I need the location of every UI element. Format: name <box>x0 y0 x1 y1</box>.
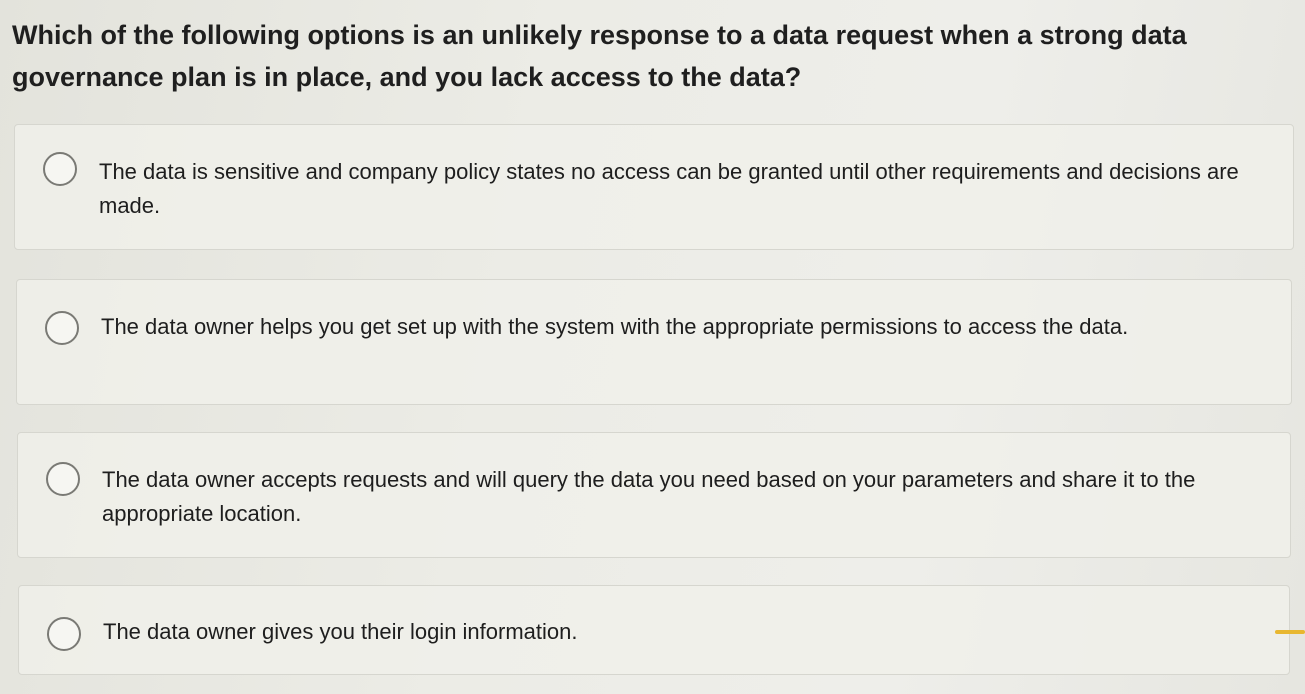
answer-option-3-label: The data owner accepts requests and will… <box>102 467 1196 526</box>
edge-highlight-mark <box>1275 630 1305 634</box>
question-text: Which of the following options is an unl… <box>12 20 1187 92</box>
radio-button-option-4[interactable] <box>47 617 81 651</box>
answer-option-1[interactable]: The data is sensitive and company policy… <box>14 124 1294 250</box>
answer-option-2-label: The data owner helps you get set up with… <box>101 314 1129 339</box>
answer-option-3[interactable]: The data owner accepts requests and will… <box>17 432 1291 558</box>
answer-option-4[interactable]: The data owner gives you their login inf… <box>18 585 1290 675</box>
radio-button-option-1[interactable] <box>43 152 77 186</box>
radio-button-option-2[interactable] <box>45 311 79 345</box>
radio-button-option-3[interactable] <box>46 462 80 496</box>
answer-option-4-label: The data owner gives you their login inf… <box>103 619 578 644</box>
answer-option-2[interactable]: The data owner helps you get set up with… <box>16 279 1292 405</box>
answer-option-1-label: The data is sensitive and company policy… <box>99 159 1239 218</box>
